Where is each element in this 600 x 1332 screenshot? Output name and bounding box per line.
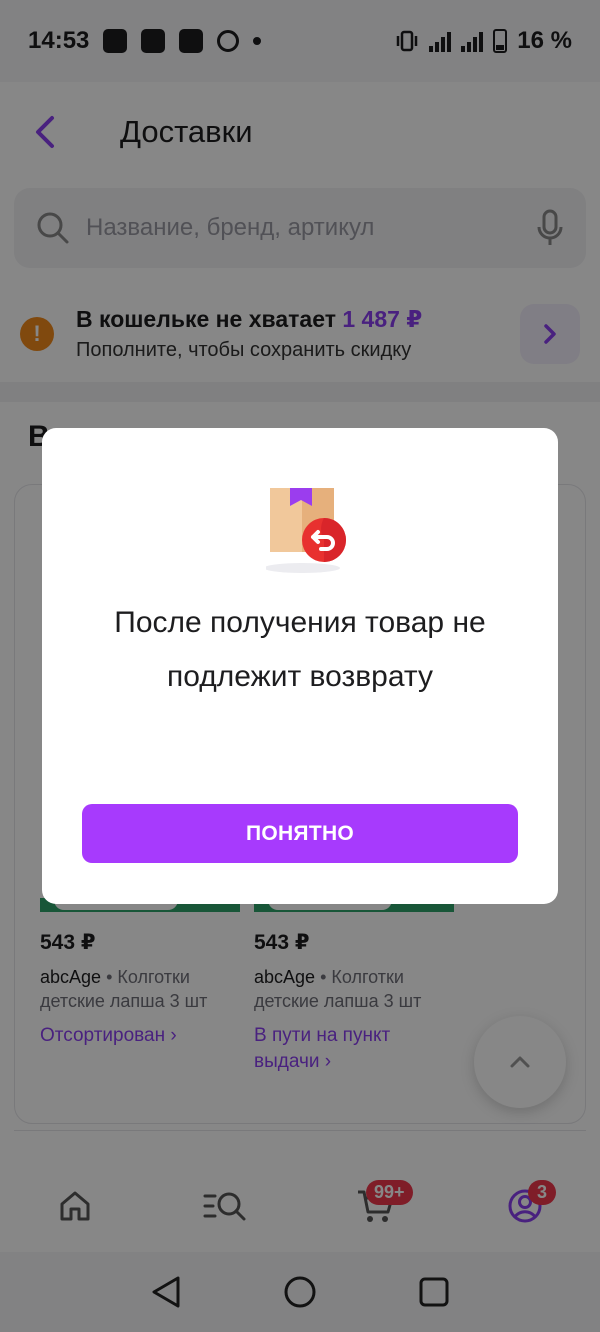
dialog-message: После получения товар не подлежит возвра… bbox=[62, 596, 538, 704]
understood-button[interactable]: ПОНЯТНО bbox=[82, 804, 518, 863]
no-return-dialog: После получения товар не подлежит возвра… bbox=[42, 428, 558, 904]
box-return-icon bbox=[266, 488, 346, 573]
dialog-message-line1: После получения товар не bbox=[114, 606, 486, 639]
dialog-message-line2: подлежит возврату bbox=[167, 660, 433, 693]
